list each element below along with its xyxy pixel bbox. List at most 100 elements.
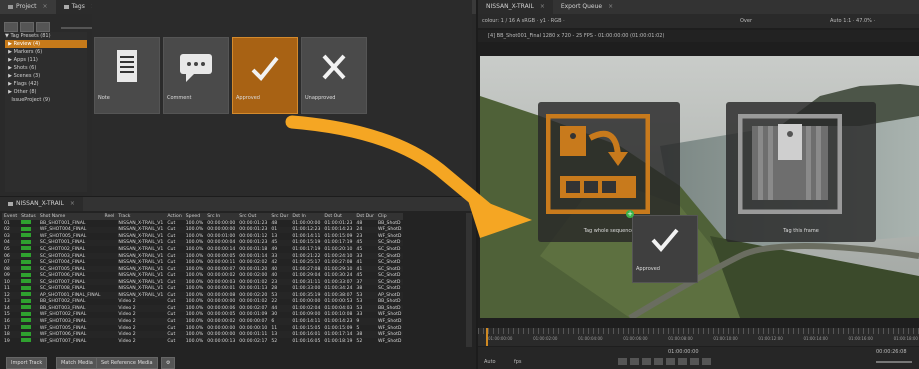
timecode-label: 01:00:08:00	[668, 336, 693, 341]
column-header[interactable]: Reel	[102, 213, 117, 220]
timecode-label: 01:00:06:00	[623, 336, 648, 341]
grid-view-button[interactable]	[4, 22, 18, 32]
table-cell: 01:00:16:01	[290, 331, 323, 338]
column-header[interactable]: Shot Name	[37, 213, 103, 220]
table-cell: 52	[356, 338, 363, 344]
table-cell: 01:00:20:10	[324, 246, 353, 252]
table-cell: NISSAN_X-TRAIL_V1	[118, 260, 164, 266]
table-row[interactable]: 12 AP_SHOT001_FINAL_FINAL NISSAN_X-TRAIL_V…	[2, 292, 404, 299]
table-row[interactable]: 10 SC_SHOT007_FINAL NISSAN_X-TRAIL_V1 Cut 10…	[2, 278, 404, 286]
colour-settings[interactable]: colour: 1 / 16 A sRGB · y1 · RGB ·	[482, 18, 565, 24]
table-row[interactable]: 11 SC_SHOT008_FINAL NISSAN_X-TRAIL_V1 Cut 10…	[2, 285, 403, 292]
column-header[interactable]: Track	[116, 213, 166, 220]
status-badge	[21, 220, 32, 225]
note-icon	[117, 50, 137, 82]
tree-item-other[interactable]: ▶ Other (8)	[5, 88, 87, 96]
table-cell: NISSAN_X-TRAIL_V1	[116, 265, 166, 273]
table-row[interactable]: 14 BB_SHOT003_FINAL Video 2 Cut 100.0% 00:00:…	[2, 305, 404, 312]
close-icon[interactable]: ×	[608, 0, 613, 14]
step-back-icon[interactable]	[630, 358, 639, 365]
tree-item-flags[interactable]: ▶ Flags (42)	[5, 80, 87, 88]
import-track-button[interactable]: Import Track	[6, 357, 48, 369]
set-reference-media-button[interactable]: Set Reference Media	[96, 357, 158, 369]
tree-item-shots[interactable]: ▶ Shots (6)	[5, 64, 87, 72]
dragged-approved-tag[interactable]: Approved	[632, 215, 698, 283]
column-header[interactable]: Src In	[205, 213, 238, 220]
table-cell: 00:00:00:14	[207, 246, 236, 252]
tag-comment[interactable]: Comment	[163, 37, 229, 114]
volume-slider[interactable]	[876, 361, 912, 363]
fps-mode[interactable]: Auto	[484, 359, 496, 365]
list-view-button[interactable]	[20, 22, 34, 32]
zoom-settings[interactable]: Auto 1:1 · 47.0% ·	[830, 14, 875, 28]
settings-icon[interactable]: ⚙	[161, 357, 175, 369]
table-row[interactable]: 09 SC_SHOT006_FINAL NISSAN_X-TRAIL_V1 Cut 10…	[2, 272, 403, 279]
close-icon[interactable]: ×	[70, 197, 75, 211]
table-cell: 00:00:01:11	[237, 331, 270, 338]
table-cell: NISSAN_X-TRAIL_V1	[116, 226, 166, 234]
table-cell: 01:00:14:23	[322, 318, 355, 325]
table-cell: 100.0%	[185, 325, 204, 331]
tree-root[interactable]: ▼ Tag Presets (81)	[5, 32, 87, 40]
play-reverse-icon[interactable]	[642, 358, 651, 365]
go-to-start-icon[interactable]	[618, 358, 627, 365]
fps-value[interactable]: fps	[514, 359, 522, 365]
table-cell: 00:00:02:07	[237, 305, 270, 312]
tree-item-markers[interactable]: ▶ Markers (6)	[5, 48, 87, 56]
table-row[interactable]: 08 SC_SHOT005_FINAL NISSAN_X-TRAIL_V1 Cut 10…	[2, 265, 404, 273]
status-badge	[21, 292, 32, 297]
tab-viewer[interactable]: NISSAN_X-TRAIL ×	[478, 0, 553, 14]
stop-icon[interactable]	[654, 358, 663, 365]
status-badge	[21, 272, 32, 277]
table-row[interactable]: 06 SC_SHOT003_FINAL NISSAN_X-TRAIL_V1 Cut 10…	[2, 252, 404, 260]
tab-sequence[interactable]: NISSAN_X-TRAIL ×	[0, 197, 83, 211]
play-icon[interactable]	[666, 358, 675, 365]
timeline[interactable]: 01:00:00:00 01:00:02:00 01:00:04:00 01:00:0…	[478, 328, 919, 346]
table-cell: 01:00:02:04	[290, 305, 323, 312]
tree-item-scenes[interactable]: ▶ Scenes (3)	[5, 72, 87, 80]
table-cell: 01:00:04:03	[322, 305, 355, 312]
table-row[interactable]: 13 BB_SHOT002_FINAL Video 2 Cut 100.0% 00:00:…	[2, 298, 403, 306]
table-cell: 00:00:01:00	[207, 233, 236, 239]
column-header[interactable]: Src Out	[237, 213, 270, 220]
tree-item-review[interactable]: ▶ Review (4)	[5, 40, 87, 48]
close-icon[interactable]: ×	[43, 0, 48, 14]
tag-note[interactable]: Note	[94, 37, 160, 114]
table-cell: SC_ShotD	[377, 273, 401, 279]
status-badge	[21, 311, 32, 316]
table-row[interactable]: 05 SC_SHOT002_FINAL NISSAN_X-TRAIL_V1 Cut 10…	[2, 246, 403, 253]
table-row[interactable]: 07 SC_SHOT004_FINAL NISSAN_X-TRAIL_V1 Cut 10…	[2, 259, 403, 266]
loop-icon[interactable]	[702, 358, 711, 365]
clip-info-bar: [4] BB_Shot001_Final 1280 x 720 - 25 FPS…	[478, 30, 919, 42]
current-timecode[interactable]: 01:00:00:00	[668, 349, 699, 355]
table-row[interactable]: 15 WF_SHOT002_FINAL Video 2 Cut 100.0% 00:00:…	[2, 311, 403, 319]
tree-item-issueproject[interactable]: IssueProject (9)	[5, 96, 87, 104]
column-header[interactable]: Event	[2, 213, 20, 220]
viewer-panel: NISSAN_X-TRAIL × Export Queue × colour: 1 …	[478, 0, 919, 369]
table-cell: 01:00:29:10	[322, 265, 355, 273]
table-row[interactable]: 18 WF_SHOT006_FINAL Video 2 Cut 100.0% 00:00:…	[2, 331, 404, 338]
column-header[interactable]: Action	[165, 213, 184, 220]
table-cell: 00:00:00:03	[205, 278, 238, 286]
table-cell: 100.0%	[185, 273, 204, 279]
cross-icon	[322, 54, 346, 80]
table-row[interactable]: 16 WF_SHOT003_FINAL Video 2 Cut 100.0% 00:00:…	[2, 318, 404, 325]
column-header[interactable]: Status	[19, 213, 38, 220]
tab-project[interactable]: Project ×	[0, 0, 56, 14]
table-row[interactable]: 19 WF_SHOT007_FINAL Video 2 Cut 100.0% 00:00:…	[2, 338, 403, 345]
close-icon[interactable]: ×	[540, 0, 545, 14]
column-header[interactable]: Speed	[183, 213, 206, 220]
detail-view-button[interactable]	[36, 22, 50, 32]
go-to-end-icon[interactable]	[690, 358, 699, 365]
compare-mode[interactable]: Over	[740, 14, 752, 28]
drop-zone-frame[interactable]: Tag this frame	[726, 102, 876, 242]
table-cell: 00:00:00:05	[207, 312, 236, 318]
table-cell: 100.0%	[185, 220, 204, 226]
step-forward-icon[interactable]	[678, 358, 687, 365]
table-cell: 01:00:33:00	[292, 286, 321, 292]
tab-export-queue[interactable]: Export Queue ×	[553, 0, 621, 14]
table-row[interactable]: 17 WF_SHOT005_FINAL Video 2 Cut 100.0% 00:00:…	[2, 325, 403, 332]
tree-item-apps[interactable]: ▶ Apps (11)	[5, 56, 87, 64]
table-row[interactable]: 04 SC_SHOT001_FINAL NISSAN_X-TRAIL_V1 Cut 10…	[2, 239, 404, 247]
match-media-button[interactable]: Match Media	[56, 357, 98, 369]
